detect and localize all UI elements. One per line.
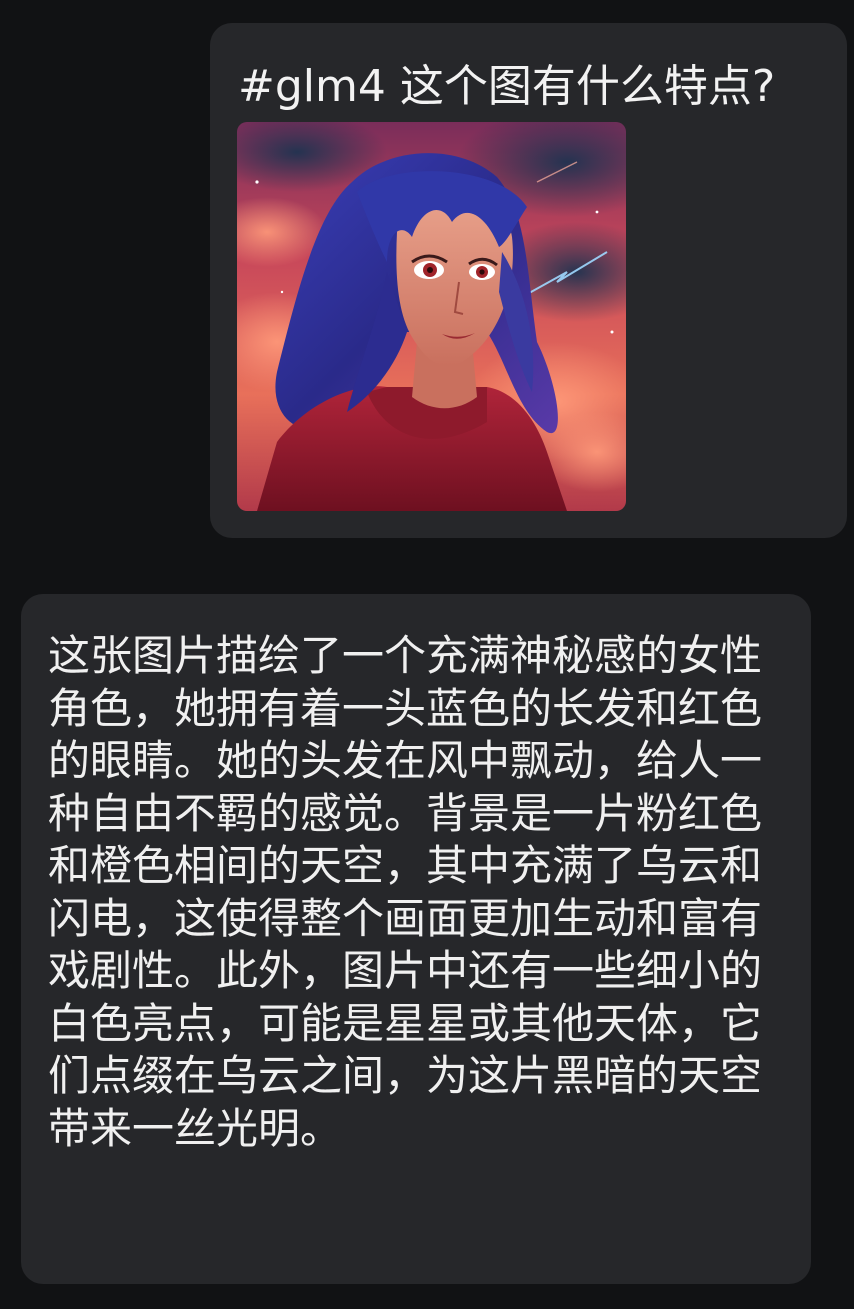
attached-image[interactable] — [237, 122, 626, 511]
assistant-message-text: 这张图片描绘了一个充满神秘感的女性角色，她拥有着一头蓝色的长发和红色的眼睛。她的… — [48, 631, 763, 1153]
chat-view: #glm4 这个图有什么特点? 这张图片描绘了一个充满神秘感的女性角色，她拥有着… — [0, 0, 854, 1309]
user-message-text: #glm4 这个图有什么特点? — [238, 61, 776, 112]
anime-portrait-illustration — [237, 122, 626, 511]
user-message-bubble[interactable]: #glm4 这个图有什么特点? — [210, 23, 847, 538]
assistant-message-bubble[interactable]: 这张图片描绘了一个充满神秘感的女性角色，她拥有着一头蓝色的长发和红色的眼睛。她的… — [21, 594, 811, 1284]
